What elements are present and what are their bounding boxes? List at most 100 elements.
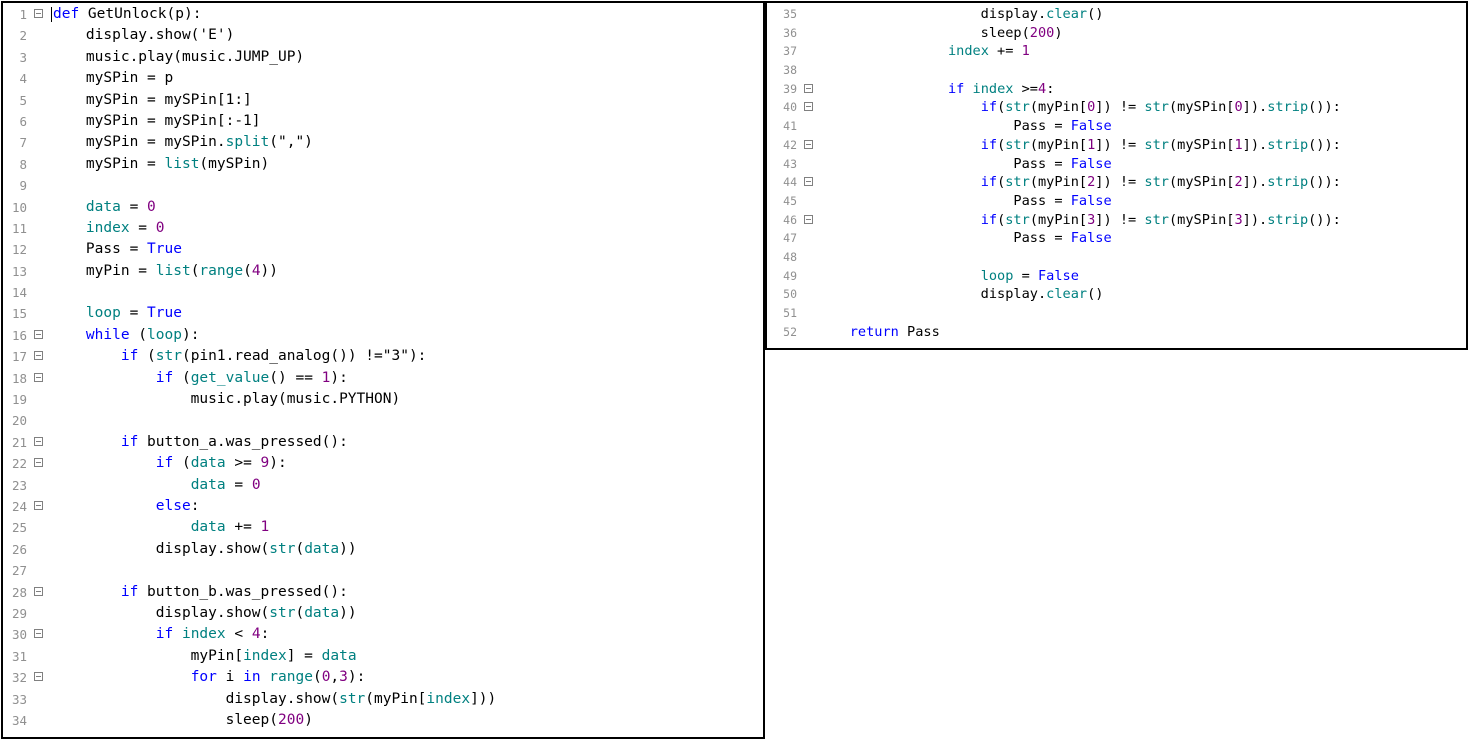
code-editor-left-pane[interactable]: 1 def GetUnlock(p): 2 display.show('E') 3 m…: [1, 1, 765, 739]
code-line[interactable]: 49 loop = False: [767, 267, 1466, 286]
code-line[interactable]: 14: [3, 282, 763, 303]
fold-collapse-icon[interactable]: [34, 672, 43, 682]
fold-collapse-icon[interactable]: [34, 458, 43, 468]
code-line[interactable]: 10 data = 0: [3, 197, 763, 218]
code-line[interactable]: 45 Pass = False: [767, 192, 1466, 211]
code-line[interactable]: 47 Pass = False: [767, 229, 1466, 248]
code-token: in: [243, 669, 261, 686]
code-line[interactable]: 13 myPin = list(range(4)): [3, 261, 763, 282]
code-token: data: [304, 540, 340, 557]
fold-collapse-icon[interactable]: [804, 102, 813, 112]
code-line[interactable]: 11 index = 0: [3, 218, 763, 239]
line-number: 24: [11, 498, 27, 514]
line-number: 21: [11, 434, 27, 450]
code-line[interactable]: 7 mySPin = mySPin.split(","): [3, 132, 763, 153]
code-line[interactable]: 31 myPin[index] = data: [3, 646, 763, 667]
code-text: loop = True: [51, 303, 182, 324]
code-line[interactable]: 21 if button_a.was_pressed():: [3, 432, 763, 453]
code-line[interactable]: 35 display.clear(): [767, 5, 1466, 24]
code-line[interactable]: 22 if (data >= 9):: [3, 453, 763, 474]
code-token: while: [85, 326, 130, 343]
code-line[interactable]: 4 mySPin = p: [3, 68, 763, 89]
fold-collapse-icon[interactable]: [34, 500, 43, 510]
code-line[interactable]: 28 if button_b.was_pressed():: [3, 582, 763, 603]
code-line[interactable]: 46 if(str(myPin[3]) != str(mySPin[3]).st…: [767, 211, 1466, 230]
code-line[interactable]: 9: [3, 175, 763, 196]
code-token: clear: [1046, 286, 1088, 303]
code-token: 4: [1038, 80, 1047, 97]
code-line[interactable]: 15 loop = True: [3, 303, 763, 324]
code-line[interactable]: 1 def GetUnlock(p):: [3, 4, 763, 25]
fold-collapse-icon[interactable]: [34, 436, 43, 446]
code-text: data += 1: [51, 517, 270, 538]
code-line[interactable]: 5 mySPin = mySPin[1:]: [3, 90, 763, 111]
code-text: display.clear(): [817, 285, 1104, 304]
code-line[interactable]: 25 data += 1: [3, 517, 763, 538]
code-line[interactable]: 39 if index >=4:: [767, 80, 1466, 99]
fold-collapse-icon[interactable]: [804, 139, 813, 149]
code-line[interactable]: 26 display.show(str(data)): [3, 539, 763, 560]
code-line[interactable]: 3 music.play(music.JUMP_UP): [3, 47, 763, 68]
code-token: =: [1013, 267, 1038, 284]
code-line[interactable]: 42 if(str(myPin[1]) != str(mySPin[1]).st…: [767, 136, 1466, 155]
code-line[interactable]: 38: [767, 61, 1466, 80]
fold-collapse-icon[interactable]: [804, 177, 813, 187]
line-number: 52: [783, 324, 797, 339]
code-token: data: [85, 198, 121, 215]
line-number: 15: [11, 306, 27, 322]
code-token: mySPin =: [51, 155, 165, 172]
code-token: ]).: [1242, 211, 1268, 228]
code-editor-right-pane[interactable]: 35 display.clear() 36 sleep(200) 37 index …: [765, 1, 1468, 350]
code-line[interactable]: 24 else:: [3, 496, 763, 517]
code-line[interactable]: 20: [3, 410, 763, 431]
code-line[interactable]: 36 sleep(200): [767, 24, 1466, 43]
code-line[interactable]: 23 data = 0: [3, 475, 763, 496]
code-line[interactable]: 12 Pass = True: [3, 239, 763, 260]
fold-collapse-icon[interactable]: [34, 586, 43, 596]
code-line[interactable]: 27: [3, 560, 763, 581]
code-line[interactable]: 41 Pass = False: [767, 117, 1466, 136]
fold-collapse-icon[interactable]: [34, 9, 43, 18]
line-number: 26: [11, 541, 27, 557]
code-line[interactable]: 34 sleep(200): [3, 710, 763, 731]
code-line[interactable]: 30 if index < 4:: [3, 624, 763, 645]
code-line[interactable]: 32 for i in range(0,3):: [3, 667, 763, 688]
line-number: 9: [19, 178, 27, 194]
fold-collapse-icon[interactable]: [804, 214, 813, 224]
code-token: =: [129, 219, 156, 236]
fold-collapse-icon[interactable]: [34, 629, 43, 639]
code-line[interactable]: 44 if(str(myPin[2]) != str(mySPin[2]).st…: [767, 173, 1466, 192]
code-line[interactable]: 17 if (str(pin1.read_analog()) !="3"):: [3, 346, 763, 367]
code-text: for i in range(0,3):: [51, 667, 366, 688]
code-line[interactable]: 29 display.show(str(data)): [3, 603, 763, 624]
code-line[interactable]: 18 if (get_value() == 1):: [3, 368, 763, 389]
code-line[interactable]: 40 if(str(myPin[0]) != str(mySPin[0]).st…: [767, 98, 1466, 117]
code-text: sleep(200): [817, 24, 1063, 43]
code-line[interactable]: 8 mySPin = list(mySPin): [3, 154, 763, 175]
code-token: ()):: [1308, 136, 1341, 153]
line-number: 7: [19, 135, 27, 151]
fold-collapse-icon[interactable]: [34, 372, 43, 382]
code-line[interactable]: 43 Pass = False: [767, 155, 1466, 174]
code-line[interactable]: 48: [767, 248, 1466, 267]
code-line[interactable]: 52 return Pass: [767, 323, 1466, 342]
code-line[interactable]: 6 mySPin = mySPin[:-1]: [3, 111, 763, 132]
code-token: index: [85, 219, 130, 236]
code-text: mySPin = mySPin[:-1]: [51, 111, 261, 132]
code-line[interactable]: 33 display.show(str(myPin[index])): [3, 689, 763, 710]
fold-collapse-icon[interactable]: [804, 83, 813, 93]
fold-collapse-icon[interactable]: [34, 329, 43, 339]
code-line[interactable]: 50 display.clear(): [767, 285, 1466, 304]
code-line[interactable]: 2 display.show('E'): [3, 25, 763, 46]
code-line[interactable]: 16 while (loop):: [3, 325, 763, 346]
code-line[interactable]: 51: [767, 304, 1466, 323]
fold-collapse-icon[interactable]: [34, 351, 43, 361]
code-line[interactable]: 19 music.play(music.PYTHON): [3, 389, 763, 410]
code-token: str: [269, 604, 296, 621]
code-token: data: [190, 455, 226, 472]
code-line[interactable]: 37 index += 1: [767, 42, 1466, 61]
